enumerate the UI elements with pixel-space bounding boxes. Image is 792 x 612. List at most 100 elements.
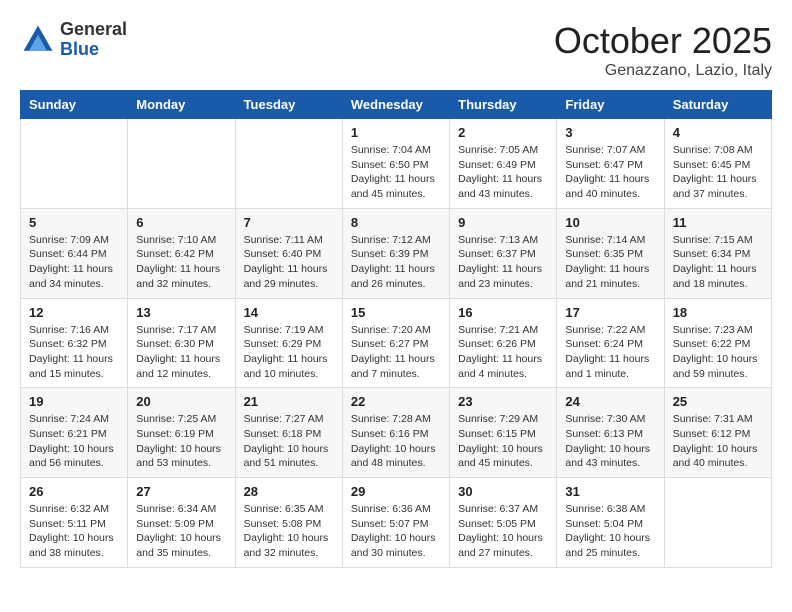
title-block: October 2025 Genazzano, Lazio, Italy — [554, 20, 772, 80]
column-header-monday: Monday — [128, 91, 235, 119]
day-number: 5 — [29, 215, 119, 230]
column-header-saturday: Saturday — [664, 91, 771, 119]
calendar-cell: 14 Sunrise: 7:19 AM Sunset: 6:29 PM Dayli… — [235, 298, 342, 388]
day-number: 10 — [565, 215, 655, 230]
day-number: 27 — [136, 484, 226, 499]
calendar-cell — [21, 119, 128, 209]
calendar-cell: 2 Sunrise: 7:05 AM Sunset: 6:49 PM Daylig… — [450, 119, 557, 209]
calendar-cell: 28 Sunrise: 6:35 AM Sunset: 5:08 PM Dayli… — [235, 478, 342, 568]
day-number: 11 — [673, 215, 763, 230]
day-info: Sunrise: 7:17 AM Sunset: 6:30 PM Dayligh… — [136, 323, 226, 382]
calendar-cell: 9Sunrise: 7:13 AM Sunset: 6:37 PM Daylig… — [450, 208, 557, 298]
day-info: Sunrise: 7:31 AM Sunset: 6:12 PM Dayligh… — [673, 412, 763, 471]
day-info: Sunrise: 7:27 AM Sunset: 6:18 PM Dayligh… — [244, 412, 334, 471]
day-number: 13 — [136, 305, 226, 320]
location: Genazzano, Lazio, Italy — [554, 62, 772, 80]
day-info: Sunrise: 7:30 AM Sunset: 6:13 PM Dayligh… — [565, 412, 655, 471]
day-info: Sunrise: 7:29 AM Sunset: 6:15 PM Dayligh… — [458, 412, 548, 471]
day-info: Sunrise: 6:37 AM Sunset: 5:05 PM Dayligh… — [458, 502, 548, 561]
day-info: Sunrise: 6:35 AM Sunset: 5:08 PM Dayligh… — [244, 502, 334, 561]
day-info: Sunrise: 6:32 AM Sunset: 5:11 PM Dayligh… — [29, 502, 119, 561]
calendar-cell: 25Sunrise: 7:31 AM Sunset: 6:12 PM Dayli… — [664, 388, 771, 478]
day-number: 1 — [351, 125, 441, 140]
calendar-cell: 24 Sunrise: 7:30 AM Sunset: 6:13 PM Dayli… — [557, 388, 664, 478]
day-number: 7 — [244, 215, 334, 230]
calendar-header-row: SundayMondayTuesdayWednesdayThursdayFrid… — [21, 91, 772, 119]
day-number: 4 — [673, 125, 763, 140]
calendar-cell — [664, 478, 771, 568]
day-number: 9 — [458, 215, 548, 230]
day-info: Sunrise: 7:09 AM Sunset: 6:44 PM Dayligh… — [29, 233, 119, 292]
calendar-cell: 19 Sunrise: 7:24 AM Sunset: 6:21 PM Dayli… — [21, 388, 128, 478]
column-header-friday: Friday — [557, 91, 664, 119]
day-number: 23 — [458, 394, 548, 409]
logo-general: General — [60, 19, 127, 39]
calendar-cell: 17 Sunrise: 7:22 AM Sunset: 6:24 PM Dayli… — [557, 298, 664, 388]
calendar-cell: 20 Sunrise: 7:25 AM Sunset: 6:19 PM Dayli… — [128, 388, 235, 478]
day-info: Sunrise: 7:04 AM Sunset: 6:50 PM Dayligh… — [351, 143, 441, 202]
calendar-cell: 30 Sunrise: 6:37 AM Sunset: 5:05 PM Dayli… — [450, 478, 557, 568]
day-number: 24 — [565, 394, 655, 409]
calendar-cell: 7 Sunrise: 7:11 AM Sunset: 6:40 PM Daylig… — [235, 208, 342, 298]
logo-text: General Blue — [60, 20, 127, 60]
calendar-cell: 5 Sunrise: 7:09 AM Sunset: 6:44 PM Daylig… — [21, 208, 128, 298]
column-header-tuesday: Tuesday — [235, 91, 342, 119]
column-header-wednesday: Wednesday — [342, 91, 449, 119]
day-number: 26 — [29, 484, 119, 499]
day-number: 29 — [351, 484, 441, 499]
column-header-thursday: Thursday — [450, 91, 557, 119]
day-info: Sunrise: 7:16 AM Sunset: 6:32 PM Dayligh… — [29, 323, 119, 382]
calendar-cell: 22 Sunrise: 7:28 AM Sunset: 6:16 PM Dayli… — [342, 388, 449, 478]
day-info: Sunrise: 7:07 AM Sunset: 6:47 PM Dayligh… — [565, 143, 655, 202]
calendar-week-5: 26 Sunrise: 6:32 AM Sunset: 5:11 PM Dayli… — [21, 478, 772, 568]
day-info: Sunrise: 7:19 AM Sunset: 6:29 PM Dayligh… — [244, 323, 334, 382]
calendar-cell: 23 Sunrise: 7:29 AM Sunset: 6:15 PM Dayli… — [450, 388, 557, 478]
logo-blue: Blue — [60, 39, 99, 59]
day-info: Sunrise: 7:25 AM Sunset: 6:19 PM Dayligh… — [136, 412, 226, 471]
calendar-cell: 15Sunrise: 7:20 AM Sunset: 6:27 PM Dayli… — [342, 298, 449, 388]
calendar-cell: 16Sunrise: 7:21 AM Sunset: 6:26 PM Dayli… — [450, 298, 557, 388]
calendar: SundayMondayTuesdayWednesdayThursdayFrid… — [20, 90, 772, 568]
day-info: Sunrise: 7:10 AM Sunset: 6:42 PM Dayligh… — [136, 233, 226, 292]
day-info: Sunrise: 6:36 AM Sunset: 5:07 PM Dayligh… — [351, 502, 441, 561]
calendar-cell: 10 Sunrise: 7:14 AM Sunset: 6:35 PM Dayli… — [557, 208, 664, 298]
day-number: 3 — [565, 125, 655, 140]
day-number: 17 — [565, 305, 655, 320]
page-header: General Blue October 2025 Genazzano, Laz… — [20, 20, 772, 80]
day-info: Sunrise: 7:23 AM Sunset: 6:22 PM Dayligh… — [673, 323, 763, 382]
day-number: 8 — [351, 215, 441, 230]
calendar-cell: 8 Sunrise: 7:12 AM Sunset: 6:39 PM Daylig… — [342, 208, 449, 298]
day-number: 14 — [244, 305, 334, 320]
day-info: Sunrise: 7:22 AM Sunset: 6:24 PM Dayligh… — [565, 323, 655, 382]
day-number: 15 — [351, 305, 441, 320]
calendar-cell: 26 Sunrise: 6:32 AM Sunset: 5:11 PM Dayli… — [21, 478, 128, 568]
day-info: Sunrise: 7:11 AM Sunset: 6:40 PM Dayligh… — [244, 233, 334, 292]
calendar-cell: 31Sunrise: 6:38 AM Sunset: 5:04 PM Dayli… — [557, 478, 664, 568]
day-number: 19 — [29, 394, 119, 409]
day-number: 6 — [136, 215, 226, 230]
day-info: Sunrise: 7:28 AM Sunset: 6:16 PM Dayligh… — [351, 412, 441, 471]
day-number: 20 — [136, 394, 226, 409]
calendar-cell: 1 Sunrise: 7:04 AM Sunset: 6:50 PM Daylig… — [342, 119, 449, 209]
calendar-cell: 4Sunrise: 7:08 AM Sunset: 6:45 PM Daylig… — [664, 119, 771, 209]
calendar-cell: 18Sunrise: 7:23 AM Sunset: 6:22 PM Dayli… — [664, 298, 771, 388]
calendar-cell: 13 Sunrise: 7:17 AM Sunset: 6:30 PM Dayli… — [128, 298, 235, 388]
day-number: 31 — [565, 484, 655, 499]
logo: General Blue — [20, 20, 127, 60]
month-title: October 2025 — [554, 20, 772, 62]
day-info: Sunrise: 7:14 AM Sunset: 6:35 PM Dayligh… — [565, 233, 655, 292]
calendar-week-3: 12Sunrise: 7:16 AM Sunset: 6:32 PM Dayli… — [21, 298, 772, 388]
day-number: 30 — [458, 484, 548, 499]
day-number: 28 — [244, 484, 334, 499]
day-number: 21 — [244, 394, 334, 409]
day-info: Sunrise: 6:34 AM Sunset: 5:09 PM Dayligh… — [136, 502, 226, 561]
day-info: Sunrise: 7:24 AM Sunset: 6:21 PM Dayligh… — [29, 412, 119, 471]
day-number: 2 — [458, 125, 548, 140]
day-info: Sunrise: 7:05 AM Sunset: 6:49 PM Dayligh… — [458, 143, 548, 202]
calendar-week-4: 19 Sunrise: 7:24 AM Sunset: 6:21 PM Dayli… — [21, 388, 772, 478]
day-number: 22 — [351, 394, 441, 409]
calendar-cell: 11Sunrise: 7:15 AM Sunset: 6:34 PM Dayli… — [664, 208, 771, 298]
day-number: 16 — [458, 305, 548, 320]
day-info: Sunrise: 7:12 AM Sunset: 6:39 PM Dayligh… — [351, 233, 441, 292]
calendar-cell: 29 Sunrise: 6:36 AM Sunset: 5:07 PM Dayli… — [342, 478, 449, 568]
